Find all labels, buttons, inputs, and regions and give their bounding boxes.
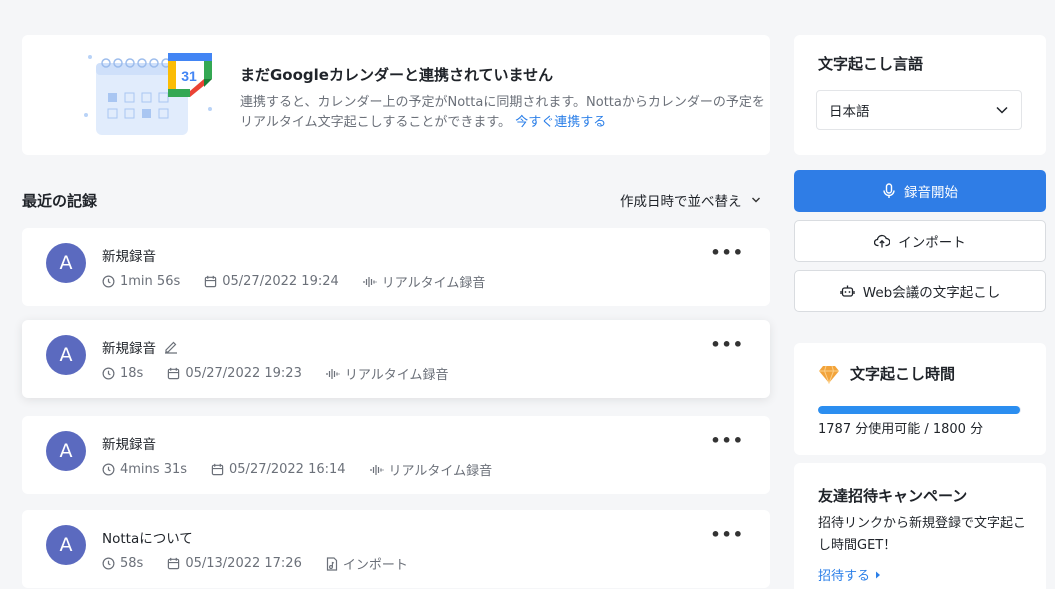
- record-type: インポート: [342, 558, 408, 573]
- language-select[interactable]: 日本語: [816, 90, 1022, 130]
- cloud-upload-icon: [874, 234, 891, 248]
- invite-title: 友達招待キャンペーン: [818, 487, 968, 505]
- waveform-icon: [363, 276, 377, 287]
- edit-pencil-icon[interactable]: [164, 340, 178, 354]
- calendar-icon: [205, 275, 217, 288]
- record-duration: 58s: [120, 556, 144, 571]
- language-title: 文字起こし言語: [818, 55, 924, 73]
- record-row[interactable]: A 新規録音 18s 05/27/2022 19:23 リアルタイム録音 •••: [22, 320, 770, 398]
- clock-icon: [102, 367, 115, 380]
- record-date: 05/13/2022 17:26: [185, 556, 302, 571]
- usage-text: 1787 分使用可能 / 1800 分: [818, 422, 984, 437]
- record-meta: 18s 05/27/2022 19:23 リアルタイム録音: [102, 364, 472, 383]
- calendar-day-number: 31: [181, 68, 197, 84]
- invite-campaign-card: 友達招待キャンペーン 招待リンクから新規登録で文字起こし時間GET！ 招待する: [794, 463, 1046, 589]
- record-duration: 1min 56s: [120, 274, 181, 289]
- microphone-icon: [883, 183, 895, 198]
- clock-icon: [102, 463, 115, 476]
- record-type: リアルタイム録音: [388, 464, 493, 479]
- banner-title: まだGoogleカレンダーと連携されていません: [240, 66, 554, 84]
- caret-right-icon: [876, 571, 881, 578]
- avatar: A: [46, 431, 86, 471]
- record-title[interactable]: Nottaについて: [102, 527, 193, 547]
- file-music-icon: [326, 556, 337, 571]
- record-date: 05/27/2022 19:24: [222, 274, 339, 289]
- invite-link-label: 招待する: [818, 569, 871, 584]
- transcription-time-card: 文字起こし時間 1787 分使用可能 / 1800 分: [794, 343, 1046, 455]
- more-options-icon[interactable]: •••: [710, 245, 744, 261]
- record-row[interactable]: A 新規録音 1min 56s 05/27/2022 19:24 リアルタイム録…: [22, 228, 770, 306]
- record-title[interactable]: 新規録音: [102, 337, 156, 357]
- web-meeting-transcription-button[interactable]: Web会議の文字起こし: [794, 270, 1046, 312]
- waveform-icon: [326, 368, 340, 379]
- language-selected: 日本語: [829, 104, 870, 120]
- clock-icon: [102, 557, 115, 570]
- transcription-language-card: 文字起こし言語 日本語: [794, 35, 1046, 155]
- robot-icon: [840, 285, 855, 297]
- record-meta: 58s 05/13/2022 17:26 インポート: [102, 554, 432, 573]
- record-row[interactable]: A 新規録音 4mins 31s 05/27/2022 16:14 リアルタイム…: [22, 416, 770, 494]
- sort-dropdown[interactable]: 作成日時で並べ替え: [620, 190, 761, 210]
- google-calendar-banner: 31 まだGoogleカレンダーと連携されていません 連携すると、カレンダー上の…: [22, 35, 770, 155]
- usage-progress-fill: [818, 406, 1020, 414]
- record-duration: 18s: [120, 366, 144, 381]
- avatar: A: [46, 525, 86, 565]
- invite-description: 招待リンクから新規登録で文字起こし時間GET！: [818, 516, 1027, 553]
- web-meeting-label: Web会議の文字起こし: [862, 285, 1001, 301]
- recent-records-title: 最近の記録: [22, 192, 98, 210]
- record-meta: 4mins 31s 05/27/2022 16:14 リアルタイム録音: [102, 460, 516, 479]
- invite-link[interactable]: 招待する: [818, 565, 881, 584]
- chevron-down-icon: [996, 106, 1008, 114]
- calendar-icon: [211, 463, 224, 476]
- record-meta: 1min 56s 05/27/2022 19:24 リアルタイム録音: [102, 272, 509, 291]
- usage-progress-bar: [818, 406, 1021, 414]
- more-options-icon[interactable]: •••: [710, 527, 744, 543]
- banner-description: 連携すると、カレンダー上の予定がNottaに同期されます。Nottaからカレンダ…: [240, 93, 765, 133]
- import-label: インポート: [898, 235, 966, 251]
- banner-description-text: 連携すると、カレンダー上の予定がNottaに同期されます。Nottaからカレンダ…: [240, 95, 765, 130]
- record-date: 05/27/2022 16:14: [229, 462, 346, 477]
- record-title[interactable]: 新規録音: [102, 433, 156, 453]
- import-button[interactable]: インポート: [794, 220, 1046, 262]
- chevron-down-icon: [751, 197, 760, 203]
- avatar: A: [46, 243, 86, 283]
- more-options-icon[interactable]: •••: [710, 433, 744, 449]
- record-date: 05/27/2022 19:23: [185, 366, 302, 381]
- record-duration: 4mins 31s: [120, 462, 188, 477]
- record-row[interactable]: A Nottaについて 58s 05/13/2022 17:26 インポート •…: [22, 510, 770, 588]
- more-options-icon[interactable]: •••: [710, 337, 744, 353]
- calendar-illustration-icon: 31: [84, 53, 212, 135]
- waveform-icon: [369, 464, 384, 475]
- calendar-icon: [168, 367, 180, 380]
- start-recording-button[interactable]: 録音開始: [794, 170, 1046, 212]
- sort-label: 作成日時で並べ替え: [620, 194, 742, 210]
- avatar: A: [46, 335, 86, 375]
- calendar-icon: [168, 557, 180, 570]
- start-recording-label: 録音開始: [904, 185, 958, 201]
- transcription-time-title: 文字起こし時間: [850, 365, 956, 383]
- connect-now-link[interactable]: 今すぐ連携する: [515, 115, 606, 130]
- record-title[interactable]: 新規録音: [102, 245, 156, 265]
- clock-icon: [102, 275, 115, 288]
- record-type: リアルタイム録音: [344, 368, 449, 383]
- diamond-icon: [819, 365, 839, 384]
- record-type: リアルタイム録音: [381, 276, 486, 291]
